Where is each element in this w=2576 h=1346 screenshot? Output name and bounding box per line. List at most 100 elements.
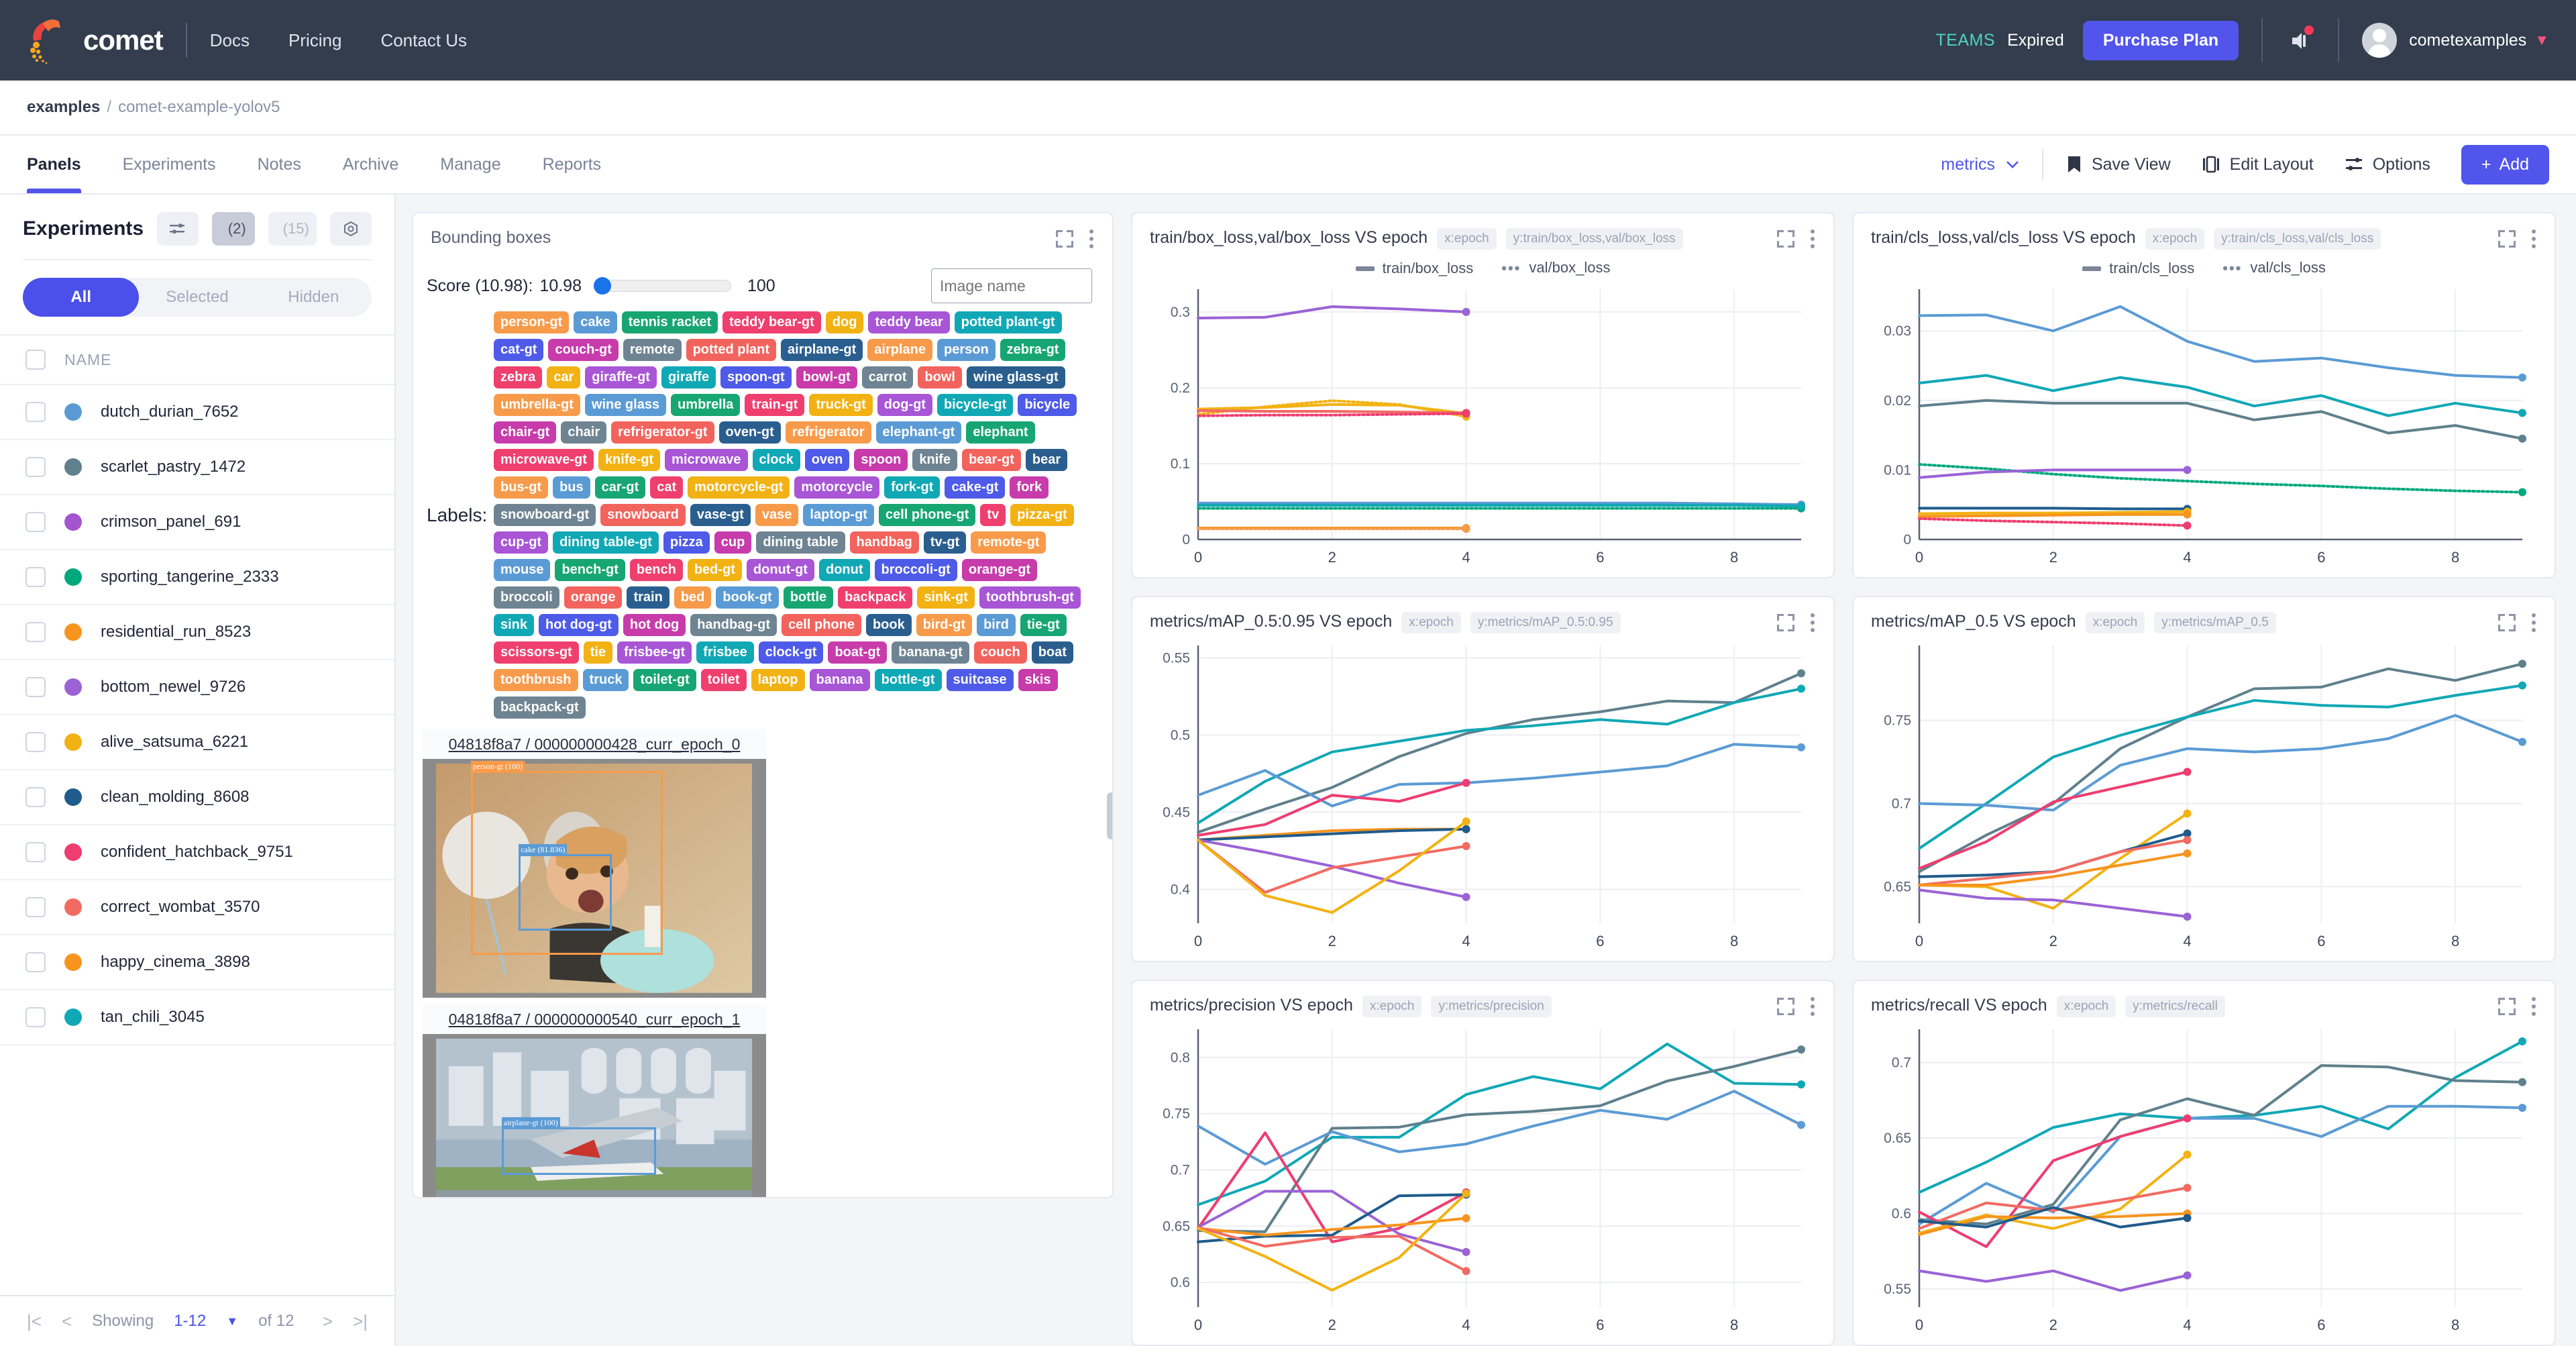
label-tag[interactable]: zebra [494, 366, 543, 389]
chevron-down-icon[interactable]: ▼ [2534, 32, 2549, 49]
experiment-name[interactable]: confident_hatchback_9751 [101, 843, 293, 862]
table-row[interactable]: happy_cinema_3898 [0, 935, 394, 990]
row-checkbox[interactable] [25, 622, 46, 642]
options-button[interactable]: Options [2345, 155, 2430, 174]
label-tag[interactable]: mouse [494, 559, 551, 581]
segment-hidden[interactable]: Hidden [256, 278, 372, 317]
label-tag[interactable]: boat-gt [828, 641, 888, 664]
brand-logo[interactable]: comet [27, 17, 164, 64]
edit-layout-button[interactable]: Edit Layout [2202, 155, 2314, 174]
label-tag[interactable]: wine glass-gt [966, 366, 1065, 389]
label-tag[interactable]: snowboard-gt [494, 504, 596, 526]
label-tag[interactable]: bird-gt [916, 614, 973, 636]
label-tag[interactable]: broccoli [494, 586, 559, 609]
label-tag[interactable]: oven [804, 449, 850, 471]
label-tag[interactable]: frisbee-gt [617, 641, 692, 664]
table-row[interactable]: correct_wombat_3570 [0, 880, 394, 935]
label-tag[interactable]: train [627, 586, 669, 609]
label-tag[interactable]: toilet-gt [633, 669, 696, 691]
label-tag[interactable]: clock-gt [758, 641, 824, 664]
label-tag[interactable]: bicycle [1018, 394, 1077, 416]
tab-reports[interactable]: Reports [543, 136, 602, 193]
nav-link-docs[interactable]: Docs [210, 30, 250, 51]
label-tag[interactable]: remote [623, 339, 682, 361]
row-checkbox[interactable] [25, 402, 46, 422]
panel-menu-icon[interactable] [1809, 228, 1816, 250]
row-checkbox[interactable] [25, 567, 46, 587]
label-tag[interactable]: scissors-gt [494, 641, 579, 664]
thumbnail-caption[interactable]: 04818f8a7 / 000000000540_curr_epoch_1 [423, 1004, 766, 1034]
label-tag[interactable]: banana [809, 669, 870, 691]
row-checkbox[interactable] [25, 677, 46, 697]
breadcrumb-project[interactable]: comet-example-yolov5 [118, 98, 280, 117]
label-tag[interactable]: bear [1025, 449, 1068, 471]
label-tag[interactable]: cell phone [782, 614, 861, 636]
page-range[interactable]: 1-12 [174, 1312, 206, 1331]
label-tag[interactable]: sink-gt [917, 586, 975, 609]
annotated-image[interactable]: airplane-gt (100)car-gt (100)car (42.651… [423, 1034, 766, 1197]
label-tag[interactable]: truck [582, 669, 629, 691]
image-name-input[interactable] [931, 268, 1092, 303]
add-panel-button[interactable]: + Add [2461, 144, 2549, 185]
label-tag[interactable]: potted plant [686, 339, 777, 361]
label-tag[interactable]: vase-gt [690, 504, 751, 526]
label-tag[interactable]: tie [583, 641, 613, 664]
label-tag[interactable]: tv-gt [923, 531, 967, 554]
label-tag[interactable]: knife-gt [598, 449, 661, 471]
label-tag[interactable]: teddy bear [868, 311, 950, 333]
label-tag[interactable]: train-gt [745, 394, 805, 416]
save-view-button[interactable]: Save View [2066, 155, 2171, 174]
panel-menu-icon[interactable] [1088, 228, 1095, 250]
target-chip[interactable] [330, 212, 372, 246]
list-item[interactable]: 04818f8a7 / 000000000428_curr_epoch_0 per… [423, 729, 766, 998]
view-select[interactable]: metrics [1941, 155, 2019, 174]
panel-menu-icon[interactable] [1809, 996, 1816, 1017]
expand-icon[interactable] [1777, 230, 1794, 248]
label-tag[interactable]: vase [755, 504, 799, 526]
label-tag[interactable]: book-gt [716, 586, 779, 609]
prev-page-button[interactable]: < [62, 1311, 72, 1332]
expand-icon[interactable] [2498, 998, 2516, 1016]
label-tag[interactable]: teddy bear-gt [722, 311, 821, 333]
label-tag[interactable]: orange [564, 586, 623, 609]
label-tag[interactable]: toothbrush [494, 669, 578, 691]
expand-icon[interactable] [1056, 230, 1073, 248]
chart-plot-precision[interactable]: 0.6 0.65 0.7 0.75 0.8 0 2 4 6 8 [1146, 1023, 1820, 1338]
experiment-name[interactable]: crimson_panel_691 [101, 513, 241, 531]
chart-plot-map-05[interactable]: 0.65 0.7 0.75 0 2 4 6 8 [1867, 639, 2541, 954]
table-row[interactable]: clean_molding_8608 [0, 770, 394, 825]
label-tag[interactable]: tie-gt [1020, 614, 1067, 636]
panel-menu-icon[interactable] [2530, 996, 2537, 1017]
label-tag[interactable]: elephant-gt [875, 421, 962, 444]
announcements-megaphone-icon[interactable] [2286, 25, 2315, 55]
tab-panels[interactable]: Panels [27, 136, 81, 193]
scrollbar-thumb[interactable] [1107, 792, 1112, 839]
experiment-name[interactable]: residential_run_8523 [101, 623, 251, 641]
label-tag[interactable]: tv [980, 504, 1006, 526]
nav-link-pricing[interactable]: Pricing [288, 30, 341, 51]
experiment-name[interactable]: happy_cinema_3898 [101, 953, 250, 972]
label-tag[interactable]: chair-gt [494, 421, 557, 444]
row-checkbox[interactable] [25, 457, 46, 477]
label-tag[interactable]: elephant [966, 421, 1035, 444]
label-tag[interactable]: orange-gt [961, 559, 1038, 581]
thumbnail-caption[interactable]: 04818f8a7 / 000000000428_curr_epoch_0 [423, 729, 766, 759]
label-tag[interactable]: spoon [854, 449, 908, 471]
label-tag[interactable]: skis [1018, 669, 1058, 691]
label-tag[interactable]: spoon-gt [720, 366, 792, 389]
label-tag[interactable]: laptop [751, 669, 805, 691]
label-tag[interactable]: airplane [867, 339, 932, 361]
experiment-name[interactable]: dutch_durian_7652 [101, 403, 239, 421]
label-tag[interactable]: cup [714, 531, 752, 554]
columns-chip[interactable]: (15) [268, 212, 317, 246]
row-checkbox[interactable] [25, 1007, 46, 1027]
label-tag[interactable]: carrot [861, 366, 914, 389]
label-tag[interactable]: toilet [700, 669, 747, 691]
experiment-name[interactable]: bottom_newel_9726 [101, 678, 246, 696]
label-tag[interactable]: cat-gt [494, 339, 544, 361]
chart-plot-box-loss[interactable]: 0 0.1 0.2 0.3 0 2 4 6 8 [1146, 282, 1820, 570]
row-checkbox[interactable] [25, 732, 46, 752]
experiment-name[interactable]: clean_molding_8608 [101, 788, 250, 807]
label-tag[interactable]: pizza-gt [1010, 504, 1074, 526]
label-tag[interactable]: dog-gt [877, 394, 932, 416]
